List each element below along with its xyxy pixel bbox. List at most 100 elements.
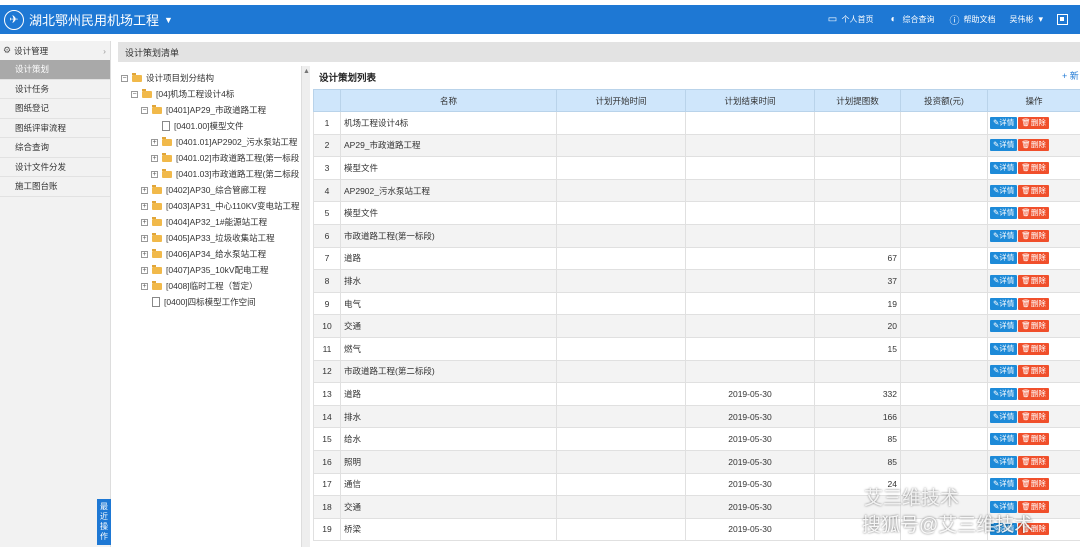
sidebar-item[interactable]: 综合查询 bbox=[0, 138, 110, 158]
table-row[interactable]: 5 模型文件 ✎详情 🗑删除 bbox=[313, 201, 1080, 225]
expand-icon[interactable]: + bbox=[141, 186, 148, 194]
sidebar-item[interactable]: 图纸登记 bbox=[0, 99, 110, 119]
sidebar-item[interactable]: 施工图台账 bbox=[0, 177, 110, 197]
tree-node[interactable]: [0400]四标模型工作空间 bbox=[141, 294, 256, 310]
detail-button[interactable]: ✎详情 bbox=[990, 139, 1018, 152]
delete-button[interactable]: 🗑删除 bbox=[1018, 229, 1049, 242]
panel-splitter[interactable] bbox=[301, 66, 310, 547]
tree-node[interactable]: + [0407]AP35_10kV配电工程 bbox=[141, 262, 269, 278]
col-end[interactable]: 计划结束时间 bbox=[685, 89, 815, 112]
detail-button[interactable]: ✎详情 bbox=[990, 207, 1018, 220]
delete-button[interactable]: 🗑删除 bbox=[1018, 139, 1049, 152]
table-row[interactable]: 7 道路 67 ✎详情 🗑删除 bbox=[313, 246, 1080, 271]
delete-button[interactable]: 🗑删除 bbox=[1018, 342, 1049, 355]
tree-node[interactable]: + [0405]AP33_垃圾收集站工程 bbox=[141, 230, 275, 246]
delete-button[interactable]: 🗑删除 bbox=[1018, 116, 1049, 129]
table-row[interactable]: 16 照明 2019-05-30 85 ✎详情 🗑删除 bbox=[313, 449, 1080, 474]
help-docs-link[interactable]: ⓘ 帮助文档 bbox=[948, 14, 995, 27]
sidebar-item[interactable]: 设计任务 bbox=[0, 80, 110, 99]
detail-button[interactable]: ✎详情 bbox=[990, 184, 1018, 197]
tree-node[interactable]: [0401.00]模型文件 bbox=[151, 118, 243, 134]
detail-button[interactable]: ✎详情 bbox=[990, 320, 1018, 333]
expand-icon[interactable]: + bbox=[151, 138, 158, 146]
table-row[interactable]: 12 市政道路工程(第二标段) ✎详情 🗑删除 bbox=[313, 359, 1080, 384]
collapse-icon[interactable]: − bbox=[121, 74, 128, 82]
table-row[interactable]: 2 AP29_市政道路工程 ✎详情 🗑删除 bbox=[313, 133, 1080, 158]
detail-button[interactable]: ✎详情 bbox=[990, 387, 1018, 400]
table-row[interactable]: 9 电气 19 ✎详情 🗑删除 bbox=[313, 291, 1080, 316]
expand-icon[interactable]: + bbox=[141, 282, 148, 290]
recent-actions-tab[interactable]: 最近操作 bbox=[97, 499, 111, 545]
delete-button[interactable]: 🗑删除 bbox=[1018, 161, 1049, 174]
expand-icon[interactable]: + bbox=[141, 218, 148, 226]
expand-icon[interactable]: + bbox=[141, 266, 148, 274]
tree-node[interactable]: + [0406]AP34_给水泵站工程 bbox=[141, 246, 266, 262]
table-row[interactable]: 14 排水 2019-05-30 166 ✎详情 🗑删除 bbox=[313, 404, 1080, 429]
detail-button[interactable]: ✎详情 bbox=[990, 161, 1018, 174]
sidebar-item[interactable]: 设计文件分发 bbox=[0, 158, 110, 177]
delete-button[interactable]: 🗑删除 bbox=[1018, 297, 1049, 310]
delete-button[interactable]: 🗑删除 bbox=[1018, 387, 1049, 400]
table-row[interactable]: 1 机场工程设计4标 ✎详情 🗑删除 bbox=[313, 111, 1080, 135]
tree-node[interactable]: + [0402]AP30_综合管廊工程 bbox=[141, 182, 266, 198]
expand-icon[interactable]: + bbox=[141, 202, 148, 210]
sidebar-item[interactable]: 图纸评审流程 bbox=[0, 119, 110, 138]
expand-icon[interactable]: + bbox=[141, 234, 148, 242]
tree-node[interactable]: − [0401]AP29_市政道路工程 bbox=[141, 102, 266, 118]
general-query-link[interactable]: ◐ 综合查询 bbox=[887, 14, 934, 25]
col-amount[interactable]: 投资额(元) bbox=[900, 89, 988, 112]
expand-icon[interactable]: + bbox=[141, 250, 148, 258]
detail-button[interactable]: ✎详情 bbox=[990, 365, 1018, 378]
chevron-down-icon[interactable]: ▼ bbox=[164, 15, 173, 25]
table-row[interactable]: 4 AP2902_污水泵站工程 ✎详情 🗑删除 bbox=[313, 178, 1080, 203]
col-count[interactable]: 计划提图数 bbox=[814, 89, 901, 112]
user-menu[interactable]: 吴伟彬 ▾ bbox=[1009, 14, 1043, 25]
delete-button[interactable]: 🗑删除 bbox=[1018, 320, 1049, 333]
collapse-arrow-icon[interactable]: ▲ bbox=[303, 68, 310, 75]
table-row[interactable]: 13 道路 2019-05-30 332 ✎详情 🗑删除 bbox=[313, 382, 1080, 406]
tree-node[interactable]: + [0401.02]市政道路工程(第一标段 bbox=[151, 150, 299, 166]
delete-button[interactable]: 🗑删除 bbox=[1018, 274, 1049, 287]
table-row[interactable]: 3 模型文件 ✎详情 🗑删除 bbox=[313, 156, 1080, 180]
delete-button[interactable]: 🗑删除 bbox=[1018, 365, 1049, 378]
expand-icon[interactable]: + bbox=[151, 170, 158, 178]
tree-node[interactable]: + [0401.01]AP2902_污水泵站工程 bbox=[151, 134, 297, 150]
delete-button[interactable]: 🗑删除 bbox=[1018, 478, 1049, 491]
tree-node[interactable]: + [0404]AP32_1#能源站工程 bbox=[141, 214, 267, 230]
collapse-icon[interactable]: − bbox=[131, 90, 138, 98]
detail-button[interactable]: ✎详情 bbox=[990, 252, 1018, 265]
tree-node[interactable]: − 设计项目划分结构 bbox=[121, 70, 214, 86]
col-name[interactable]: 名称 bbox=[340, 89, 557, 112]
tree-node[interactable]: + [0408]临时工程（暂定） bbox=[141, 278, 258, 294]
detail-button[interactable]: ✎详情 bbox=[990, 455, 1018, 468]
detail-button[interactable]: ✎详情 bbox=[990, 116, 1018, 129]
detail-button[interactable]: ✎详情 bbox=[990, 229, 1018, 242]
qr-code-icon[interactable] bbox=[1057, 14, 1068, 25]
detail-button[interactable]: ✎详情 bbox=[990, 342, 1018, 355]
table-row[interactable]: 6 市政道路工程(第一标段) ✎详情 🗑删除 bbox=[313, 223, 1080, 248]
col-start[interactable]: 计划开始时间 bbox=[556, 89, 686, 112]
delete-button[interactable]: 🗑删除 bbox=[1018, 455, 1049, 468]
tree-node[interactable]: + [0403]AP31_中心110KV变电站工程 bbox=[141, 198, 300, 214]
table-row[interactable]: 10 交通 20 ✎详情 🗑删除 bbox=[313, 314, 1080, 338]
add-button[interactable]: + 新 bbox=[1062, 69, 1079, 82]
collapse-icon[interactable]: − bbox=[141, 106, 148, 114]
detail-button[interactable]: ✎详情 bbox=[990, 433, 1018, 446]
detail-button[interactable]: ✎详情 bbox=[990, 410, 1018, 423]
delete-button[interactable]: 🗑删除 bbox=[1018, 252, 1049, 265]
detail-button[interactable]: ✎详情 bbox=[990, 297, 1018, 310]
delete-button[interactable]: 🗑删除 bbox=[1018, 433, 1049, 446]
table-row[interactable]: 17 通信 2019-05-30 24 ✎详情 🗑删除 bbox=[313, 472, 1080, 497]
delete-button[interactable]: 🗑删除 bbox=[1018, 410, 1049, 423]
sidebar-item[interactable]: 设计策划 bbox=[0, 60, 110, 80]
personal-home-link[interactable]: ▭ 个人首页 bbox=[826, 14, 874, 25]
delete-button[interactable]: 🗑删除 bbox=[1018, 207, 1049, 220]
table-row[interactable]: 15 给水 2019-05-30 85 ✎详情 🗑删除 bbox=[313, 427, 1080, 451]
tree-node[interactable]: − [04]机场工程设计4标 bbox=[131, 86, 234, 102]
tree-node[interactable]: + [0401.03]市政道路工程(第二标段 bbox=[151, 166, 299, 182]
detail-button[interactable]: ✎详情 bbox=[990, 478, 1018, 491]
sidebar-section-design[interactable]: ⚙ 设计管理 › bbox=[0, 41, 110, 60]
detail-button[interactable]: ✎详情 bbox=[990, 274, 1018, 287]
delete-button[interactable]: 🗑删除 bbox=[1018, 184, 1049, 197]
expand-icon[interactable]: + bbox=[151, 154, 158, 162]
